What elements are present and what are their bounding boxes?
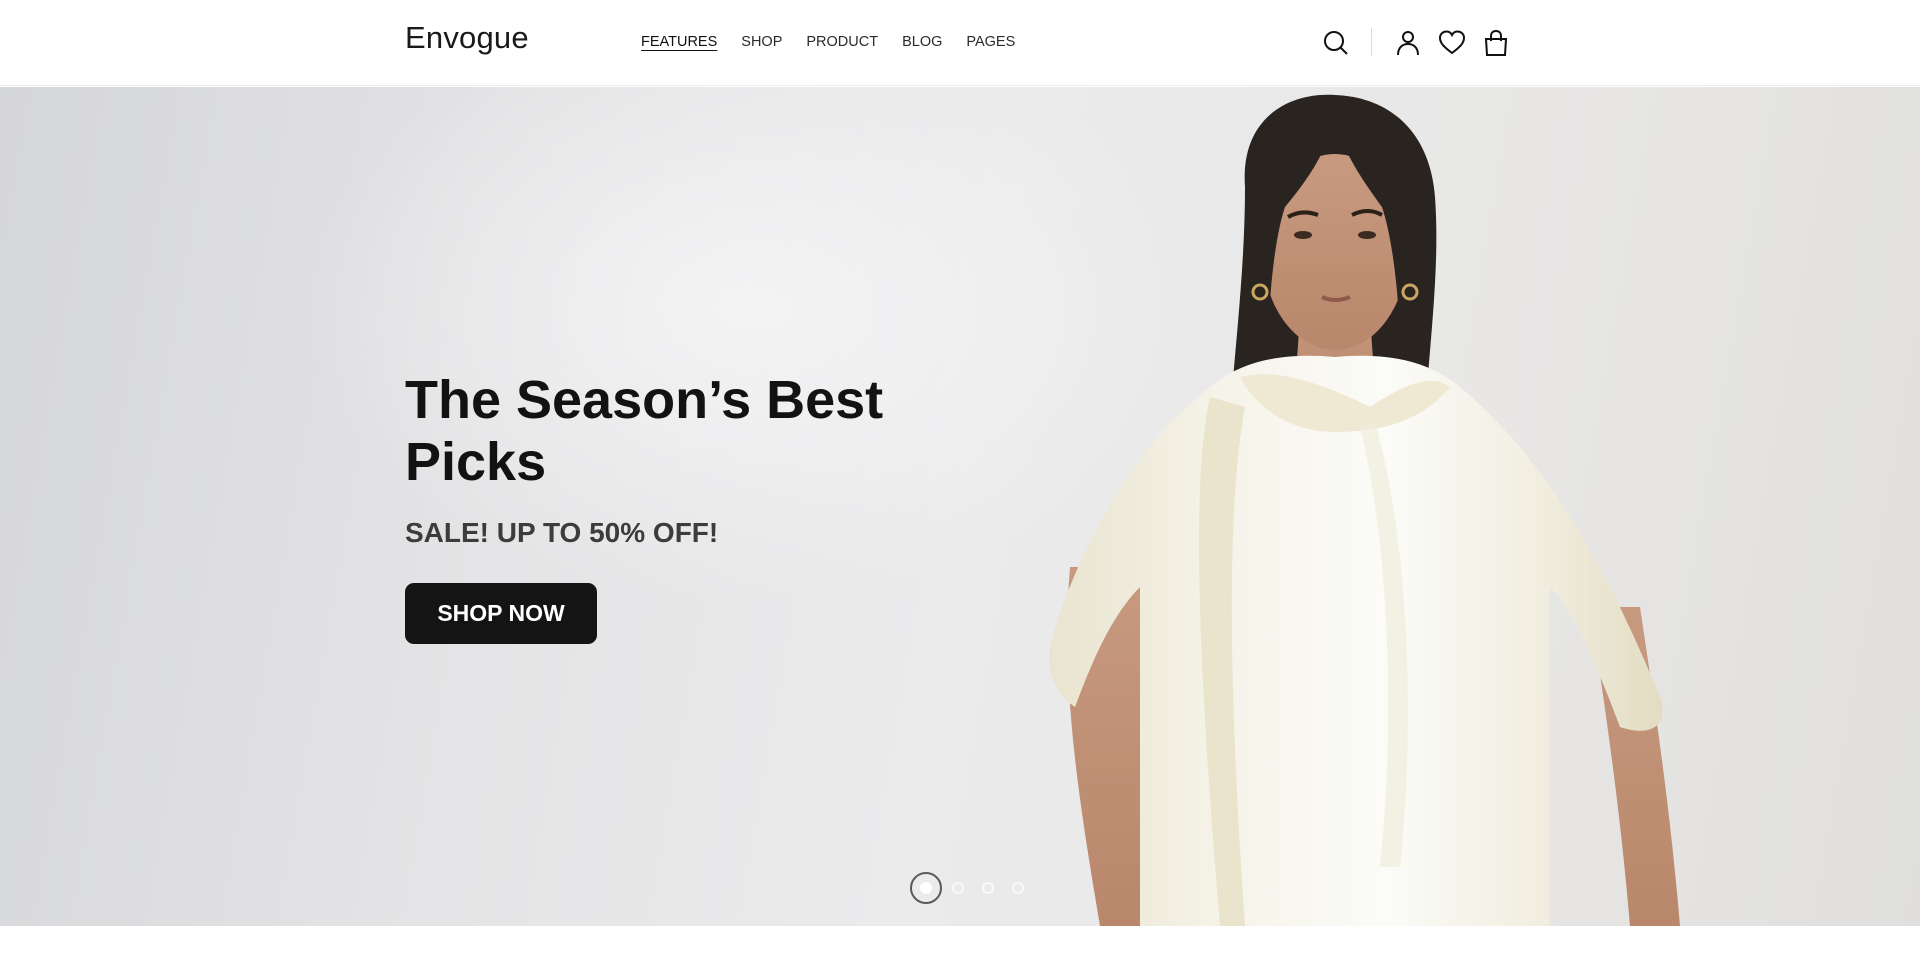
- user-icon[interactable]: [1392, 27, 1424, 59]
- shopping-bag-icon[interactable]: [1480, 27, 1512, 59]
- nav-item-shop[interactable]: SHOP: [741, 33, 782, 51]
- site-header: Envogue FEATURES SHOP PRODUCT BLOG PAGES: [0, 0, 1920, 86]
- slider-dot-2[interactable]: [952, 882, 964, 894]
- nav-item-features[interactable]: FEATURES: [641, 33, 717, 51]
- hero-banner: The Season’s Best Picks SALE! UP TO 50% …: [0, 87, 1920, 926]
- header-divider: [1371, 28, 1372, 56]
- nav-item-product[interactable]: PRODUCT: [806, 33, 878, 51]
- search-icon[interactable]: [1320, 27, 1352, 59]
- slider-dot-4[interactable]: [1012, 882, 1024, 894]
- hero-subtitle: SALE! UP TO 50% OFF!: [405, 517, 719, 548]
- heart-icon[interactable]: [1436, 27, 1468, 59]
- hero-title: The Season’s Best Picks: [405, 370, 884, 492]
- main-nav: FEATURES SHOP PRODUCT BLOG PAGES: [641, 33, 1015, 51]
- nav-item-blog[interactable]: BLOG: [902, 33, 942, 51]
- logo[interactable]: Envogue: [405, 20, 529, 56]
- slider-pagination: [910, 872, 1030, 904]
- slider-dot-3[interactable]: [982, 882, 994, 894]
- shop-now-button[interactable]: SHOP NOW: [405, 583, 597, 644]
- nav-item-pages[interactable]: PAGES: [966, 33, 1015, 51]
- hero-model-image: [1049, 94, 1680, 926]
- slider-dot-1[interactable]: [910, 872, 942, 904]
